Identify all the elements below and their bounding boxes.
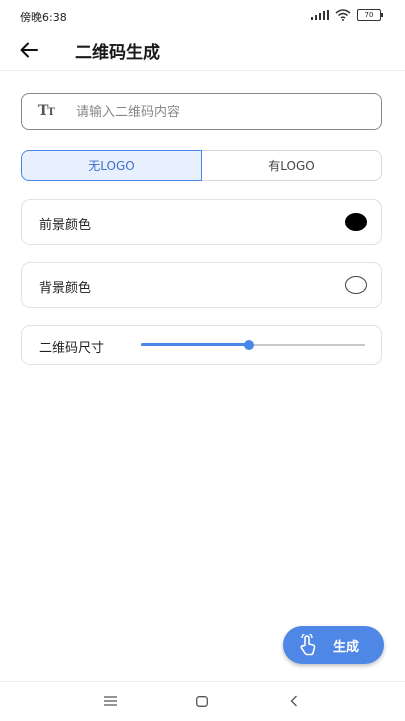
home-icon (196, 695, 208, 707)
slider-thumb[interactable] (243, 340, 254, 350)
touch-icon (297, 634, 319, 656)
system-nav-bar (0, 681, 405, 721)
foreground-color-label: 前景颜色 (39, 218, 92, 233)
wifi-icon (335, 9, 351, 21)
battery-icon: 70 (357, 9, 383, 21)
menu-button[interactable] (95, 690, 125, 712)
text-size-icon: TT (38, 103, 55, 119)
status-time: 傍晚6:38 (20, 11, 67, 24)
back-button[interactable] (14, 36, 44, 64)
back-nav-button[interactable] (279, 690, 309, 712)
battery-level: 70 (364, 11, 374, 19)
signal-icon (311, 10, 329, 20)
home-button[interactable] (187, 690, 217, 712)
size-slider[interactable] (141, 340, 365, 350)
page-title: 二维码生成 (75, 43, 160, 63)
slider-fill (141, 343, 249, 346)
app-bar: 二维码生成 (0, 30, 405, 71)
size-card: 二维码尺寸 (21, 325, 382, 365)
content-input[interactable] (74, 96, 373, 129)
menu-icon (103, 696, 117, 706)
size-label: 二维码尺寸 (39, 341, 105, 356)
status-icons: 70 (311, 9, 383, 21)
logo-toggle-group: 无LOGO 有LOGO (21, 150, 382, 181)
status-bar: 傍晚6:38 70 (0, 0, 405, 30)
back-nav-icon (290, 695, 297, 707)
with-logo-option[interactable]: 有LOGO (202, 150, 382, 181)
background-color-label: 背景颜色 (39, 281, 92, 296)
foreground-color-card[interactable]: 前景颜色 (21, 199, 382, 245)
background-color-swatch[interactable] (345, 276, 367, 294)
generate-label: 生成 (333, 639, 360, 655)
no-logo-option[interactable]: 无LOGO (21, 150, 202, 181)
background-color-card[interactable]: 背景颜色 (21, 262, 382, 308)
content-input-box[interactable]: TT (21, 93, 382, 130)
back-arrow-icon (20, 42, 38, 58)
foreground-color-swatch[interactable] (345, 213, 367, 231)
generate-button[interactable]: 生成 (283, 626, 384, 664)
